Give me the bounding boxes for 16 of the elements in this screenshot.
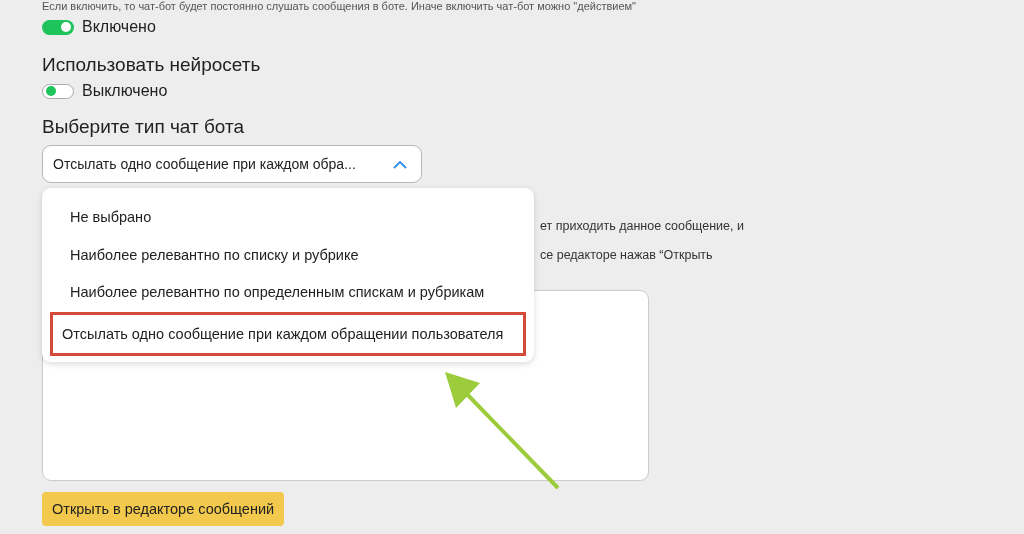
toggle-label: Выключено [82,82,168,100]
toggle-label: Включено [82,18,156,36]
dropdown-option[interactable]: Отсылать одно сообщение при каждом обращении пользователя [50,311,526,356]
chevron-icon [393,159,407,169]
toggle-switch[interactable] [42,83,74,99]
section-heading: Выберите тип чат бота [42,115,246,139]
description-text: ет приходить данное сообщение, и [540,219,745,235]
dropdown-option[interactable]: Наиболее релевантно по определенным спискам и рубрикам [50,274,526,312]
dropdown-option[interactable]: Наиболее релевантно по списку и рубрике [50,236,526,274]
dropdown-option[interactable]: Не выбрано [50,199,526,237]
open-editor-button[interactable]: Открыть в редакторе сообщений [42,492,285,526]
description-text: се редакторе нажав “Открыть [540,248,714,264]
bot-type-dropdown[interactable]: Отсылать одно сообщение при каждом обра... [42,145,422,183]
section-heading: Использовать нейросеть [42,53,262,77]
description-text: Если включить, то чат-бот будет постоянно слушать сообщения в боте. Иначе включить чат-бот можно "действием" [42,0,638,13]
toggle-switch[interactable] [42,19,74,35]
